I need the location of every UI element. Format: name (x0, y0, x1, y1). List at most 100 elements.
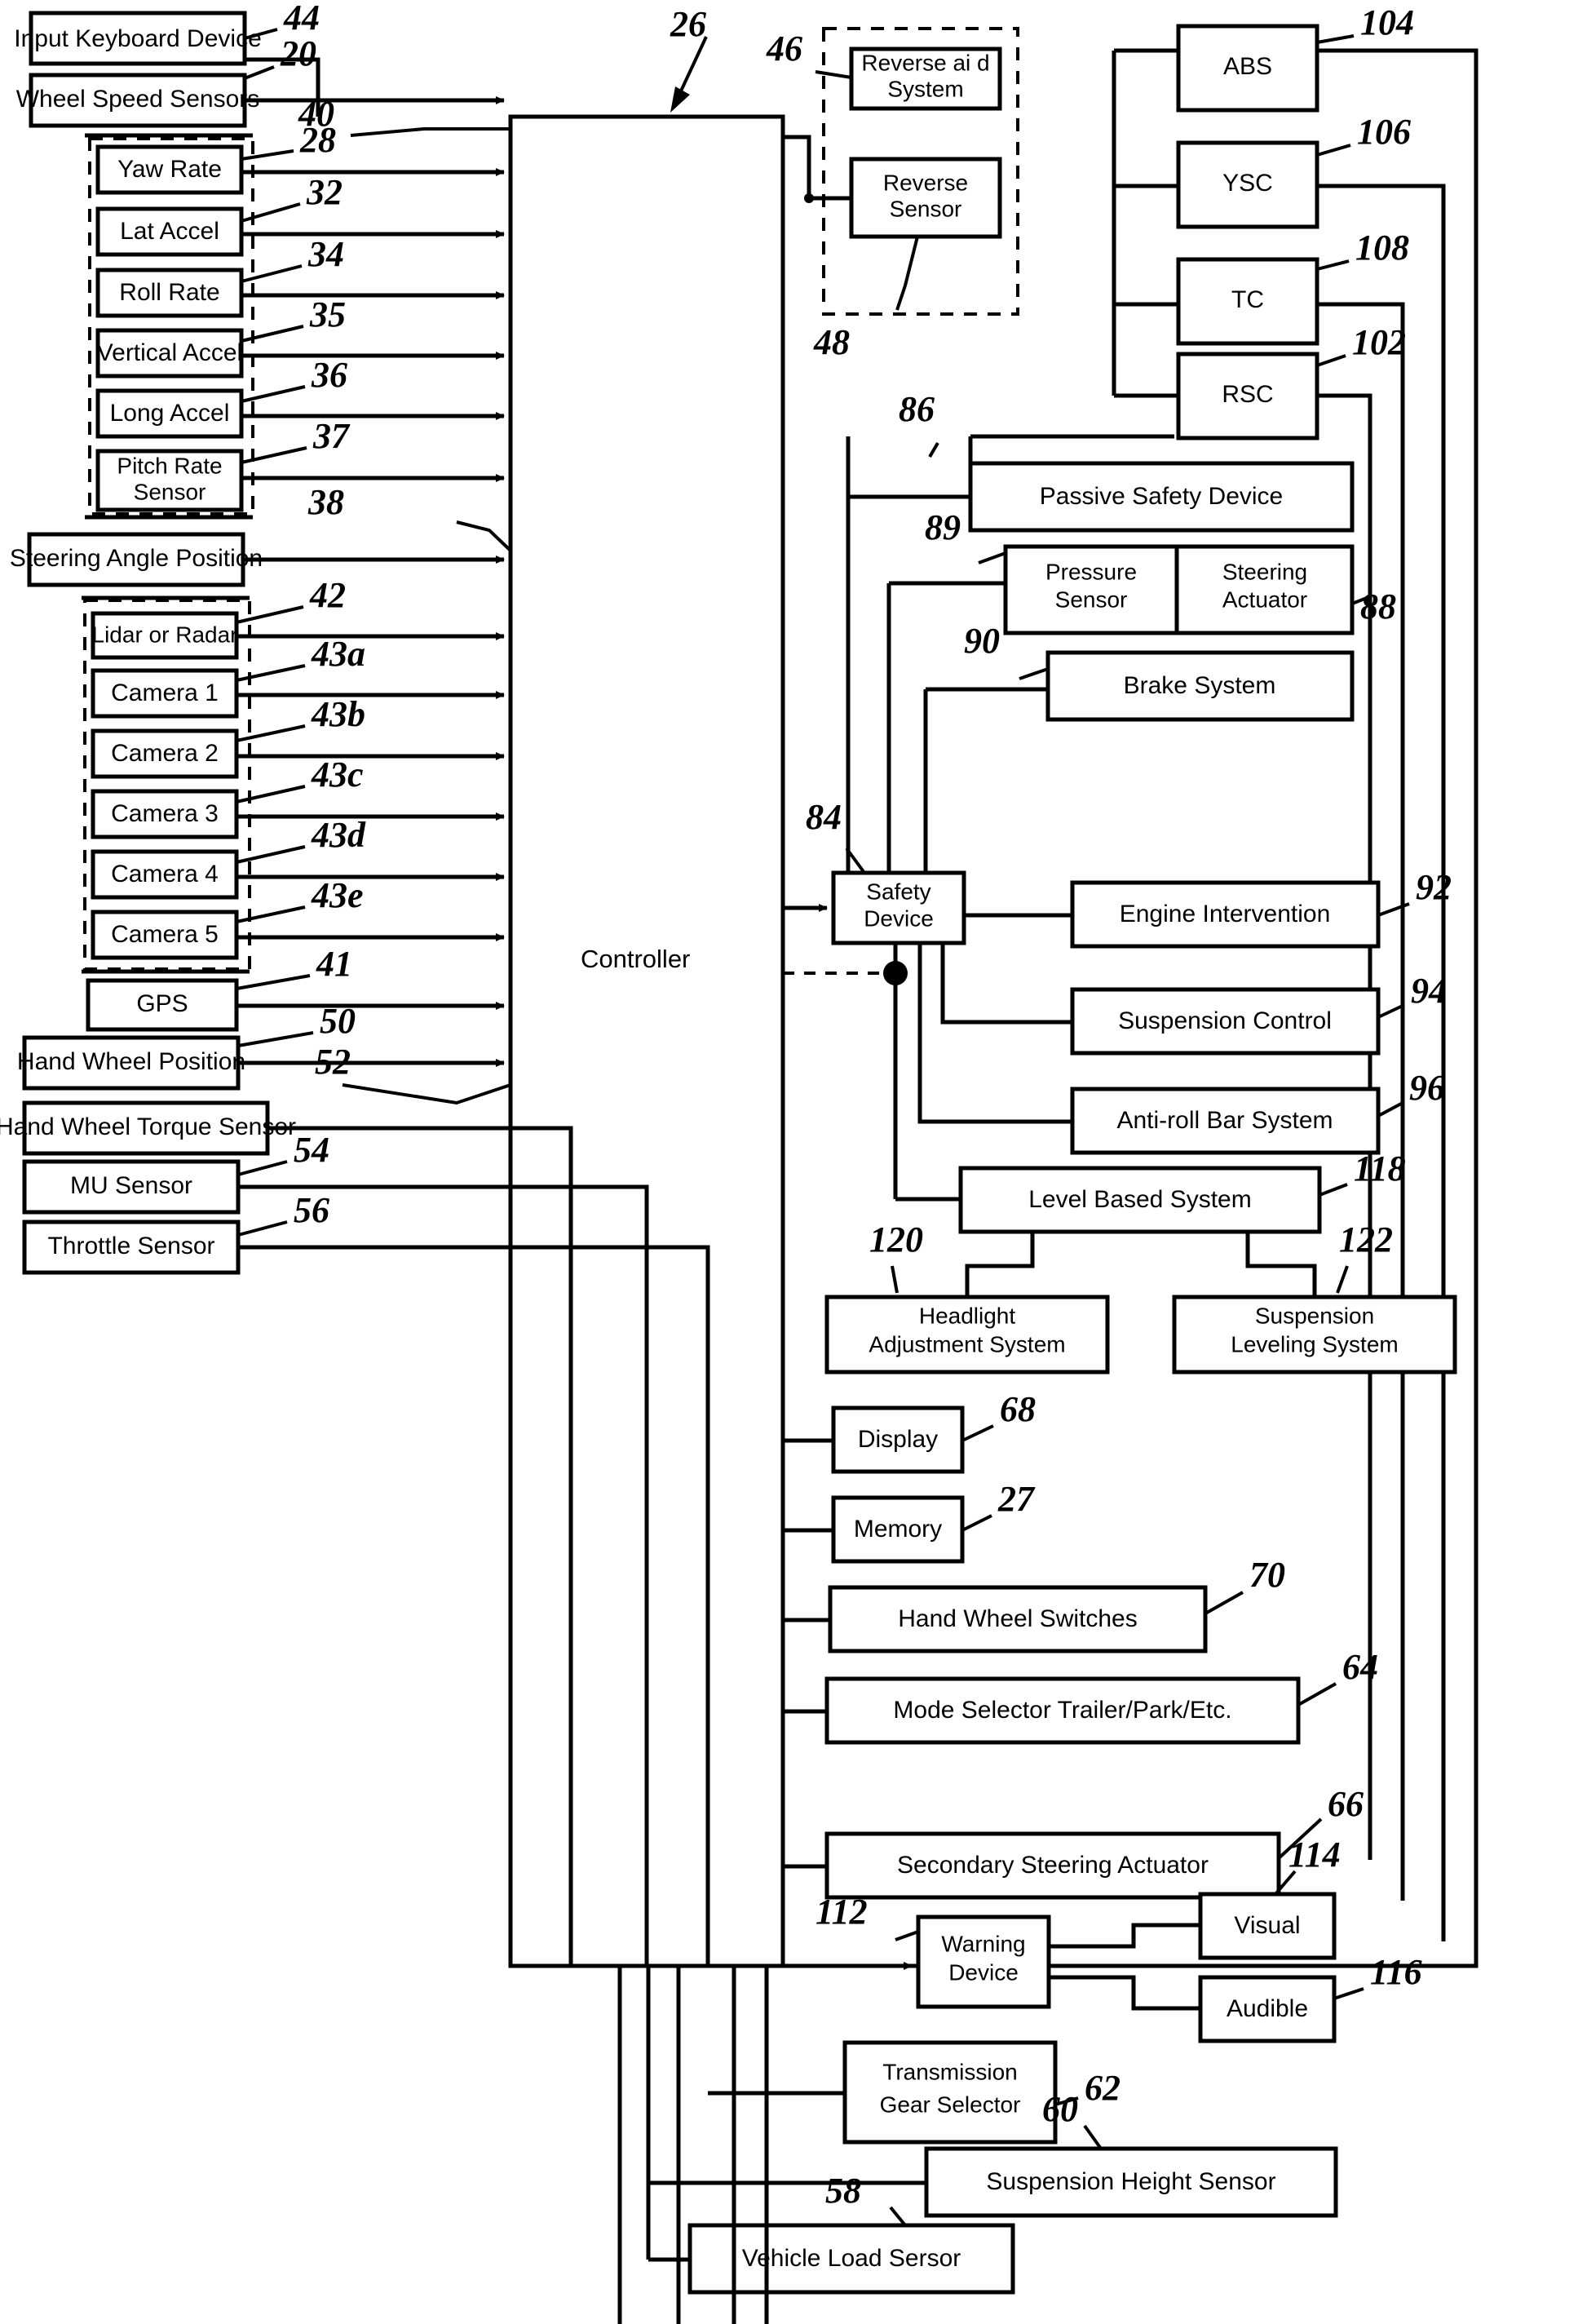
block-wheel-speed-sensors[interactable]: Wheel Speed Sensors (16, 73, 260, 128)
block-display[interactable]: Display (831, 1405, 965, 1474)
leader-38 (456, 520, 512, 552)
block-rsc[interactable]: RSC (1176, 352, 1319, 440)
block-lat-accel[interactable]: Lat Accel (95, 206, 244, 257)
leader-43d (236, 845, 306, 864)
svg-text:ABS: ABS (1223, 53, 1272, 80)
leader-102 (1316, 354, 1346, 367)
svg-text:System: System (887, 76, 963, 101)
ref-44: 44 (283, 0, 320, 38)
block-steering-angle-position[interactable]: Steering Angle Position (10, 532, 263, 587)
leader-50 (237, 1031, 314, 1047)
svg-text:Yaw Rate: Yaw Rate (117, 156, 222, 183)
ref-43a: 43a (311, 634, 365, 674)
ref-42: 42 (309, 575, 346, 615)
svg-text:Transmission: Transmission (882, 2059, 1017, 2084)
svg-text:Suspension Control: Suspension Control (1118, 1007, 1332, 1034)
svg-text:Actuator: Actuator (1222, 587, 1307, 612)
block-secondary-steering-actuator[interactable]: Secondary Steering Actuator (824, 1831, 1281, 1900)
block-mu-sensor[interactable]: MU Sensor (22, 1159, 241, 1215)
block-visual[interactable]: Visual (1198, 1892, 1337, 1960)
ref-26: 26 (670, 4, 706, 44)
block-hand-wheel-torque-sensor[interactable]: Hand Wheel Torque Sensor (0, 1100, 296, 1156)
block-reverse-sensor[interactable]: Reverse Sensor (849, 157, 1002, 239)
leader-68 (961, 1424, 994, 1442)
ref-36: 36 (311, 355, 347, 395)
block-lidar-or-radar[interactable]: Lidar or Radar (91, 611, 239, 660)
block-camera-2[interactable]: Camera 2 (91, 728, 239, 779)
block-suspension-control[interactable]: Suspension Control (1070, 987, 1381, 1056)
block-roll-rate[interactable]: Roll Rate (95, 268, 244, 318)
block-throttle-sensor[interactable]: Throttle Sensor (22, 1220, 241, 1275)
block-input-keyboard-device[interactable]: Input Keyboard Device (14, 11, 262, 66)
block-abs[interactable]: ABS (1176, 24, 1319, 113)
block-mode-selector[interactable]: Mode Selector Trailer/Park/Etc. (824, 1676, 1301, 1745)
svg-text:Headlight: Headlight (919, 1303, 1016, 1328)
svg-text:Input Keyboard Device: Input Keyboard Device (14, 25, 262, 52)
wire-level-to-headlight (965, 1232, 1035, 1297)
junction-dot-reverse (804, 193, 814, 203)
leader-94 (1377, 1003, 1405, 1019)
leader-35 (241, 325, 304, 343)
leader-58 (889, 2206, 907, 2227)
block-long-accel[interactable]: Long Accel (95, 388, 244, 439)
block-camera-1[interactable]: Camera 1 (91, 668, 239, 719)
leader-48 (895, 236, 919, 311)
block-hand-wheel-switches[interactable]: Hand Wheel Switches (828, 1585, 1208, 1653)
block-yaw-rate[interactable]: Yaw Rate (95, 144, 244, 195)
svg-text:YSC: YSC (1222, 170, 1273, 197)
block-passive-safety-device[interactable]: Passive Safety Device (968, 461, 1355, 533)
leader-118 (1319, 1183, 1348, 1197)
block-engine-intervention[interactable]: Engine Intervention (1070, 880, 1381, 949)
return-bus-ysc (1317, 184, 1446, 1941)
block-level-based-system[interactable]: Level Based System (958, 1166, 1322, 1234)
ref-62: 62 (1085, 2068, 1121, 2108)
svg-text:Pitch Rate: Pitch Rate (117, 453, 222, 478)
controller-label: Controller (581, 945, 690, 973)
leader-116 (1333, 1987, 1364, 2000)
block-camera-3[interactable]: Camera 3 (91, 789, 239, 839)
block-vehicle-load-sensor[interactable]: Vehicle Load Sersor (687, 2223, 1015, 2295)
svg-text:Display: Display (858, 1426, 938, 1453)
block-headlight-adjustment-system[interactable]: Headlight Adjustment System (824, 1295, 1110, 1374)
leader-54 (237, 1160, 288, 1176)
block-warning-device-main[interactable]: Warning Device (916, 1915, 1051, 2009)
block-hand-wheel-position[interactable]: Hand Wheel Position (17, 1035, 245, 1091)
ref-37: 37 (312, 416, 351, 456)
leader-27 (961, 1514, 992, 1532)
block-ysc[interactable]: YSC (1176, 140, 1319, 229)
ref-52: 52 (315, 1042, 351, 1082)
svg-text:Sensor: Sensor (134, 479, 206, 504)
block-tc[interactable]: TC (1176, 257, 1319, 346)
block-vertical-accel[interactable]: Vertical Accel (95, 328, 244, 378)
block-pressure-steering-pair[interactable]: Pressure Sensor Steering Actuator (1003, 544, 1355, 635)
ref-84: 84 (806, 797, 842, 837)
ref-116: 116 (1370, 1952, 1422, 1992)
block-pitch-rate-sensor[interactable]: Pitch Rate Sensor (95, 449, 244, 512)
block-safety-device[interactable]: Safety Device (831, 870, 966, 945)
block-memory[interactable]: Memory (831, 1495, 965, 1564)
block-suspension-leveling-system[interactable]: Suspension Leveling System (1172, 1295, 1457, 1374)
block-anti-roll-bar-system[interactable]: Anti-roll Bar System (1070, 1087, 1381, 1155)
svg-text:Steering Angle Position: Steering Angle Position (10, 545, 263, 572)
svg-text:Camera 5: Camera 5 (111, 921, 219, 948)
leader-104 (1316, 34, 1355, 44)
svg-text:TC: TC (1231, 286, 1264, 313)
block-camera-5[interactable]: Camera 5 (91, 910, 239, 960)
ref-32: 32 (306, 172, 343, 212)
ref-120: 120 (869, 1220, 923, 1259)
block-brake-system[interactable]: Brake System (1045, 650, 1355, 722)
block-transmission-gear-selector[interactable]: Transmission Gear Selector (842, 2040, 1058, 2145)
block-camera-4[interactable]: Camera 4 (91, 849, 239, 900)
block-gps[interactable]: GPS (86, 978, 239, 1032)
leader-28 (241, 149, 294, 161)
leader-20 (244, 65, 275, 80)
block-suspension-height-sensor-main[interactable]: Suspension Height Sensor (924, 2146, 1338, 2218)
svg-text:Safety: Safety (866, 879, 930, 904)
figure-ref-26 (670, 36, 708, 113)
leader-42 (236, 605, 304, 624)
svg-text:Camera 4: Camera 4 (111, 861, 219, 888)
svg-text:Memory: Memory (854, 1516, 942, 1543)
ref-106: 106 (1357, 112, 1411, 152)
block-audible[interactable]: Audible (1198, 1975, 1337, 2043)
block-reverse-aid-system[interactable]: Reverse ai d System (849, 46, 1002, 111)
